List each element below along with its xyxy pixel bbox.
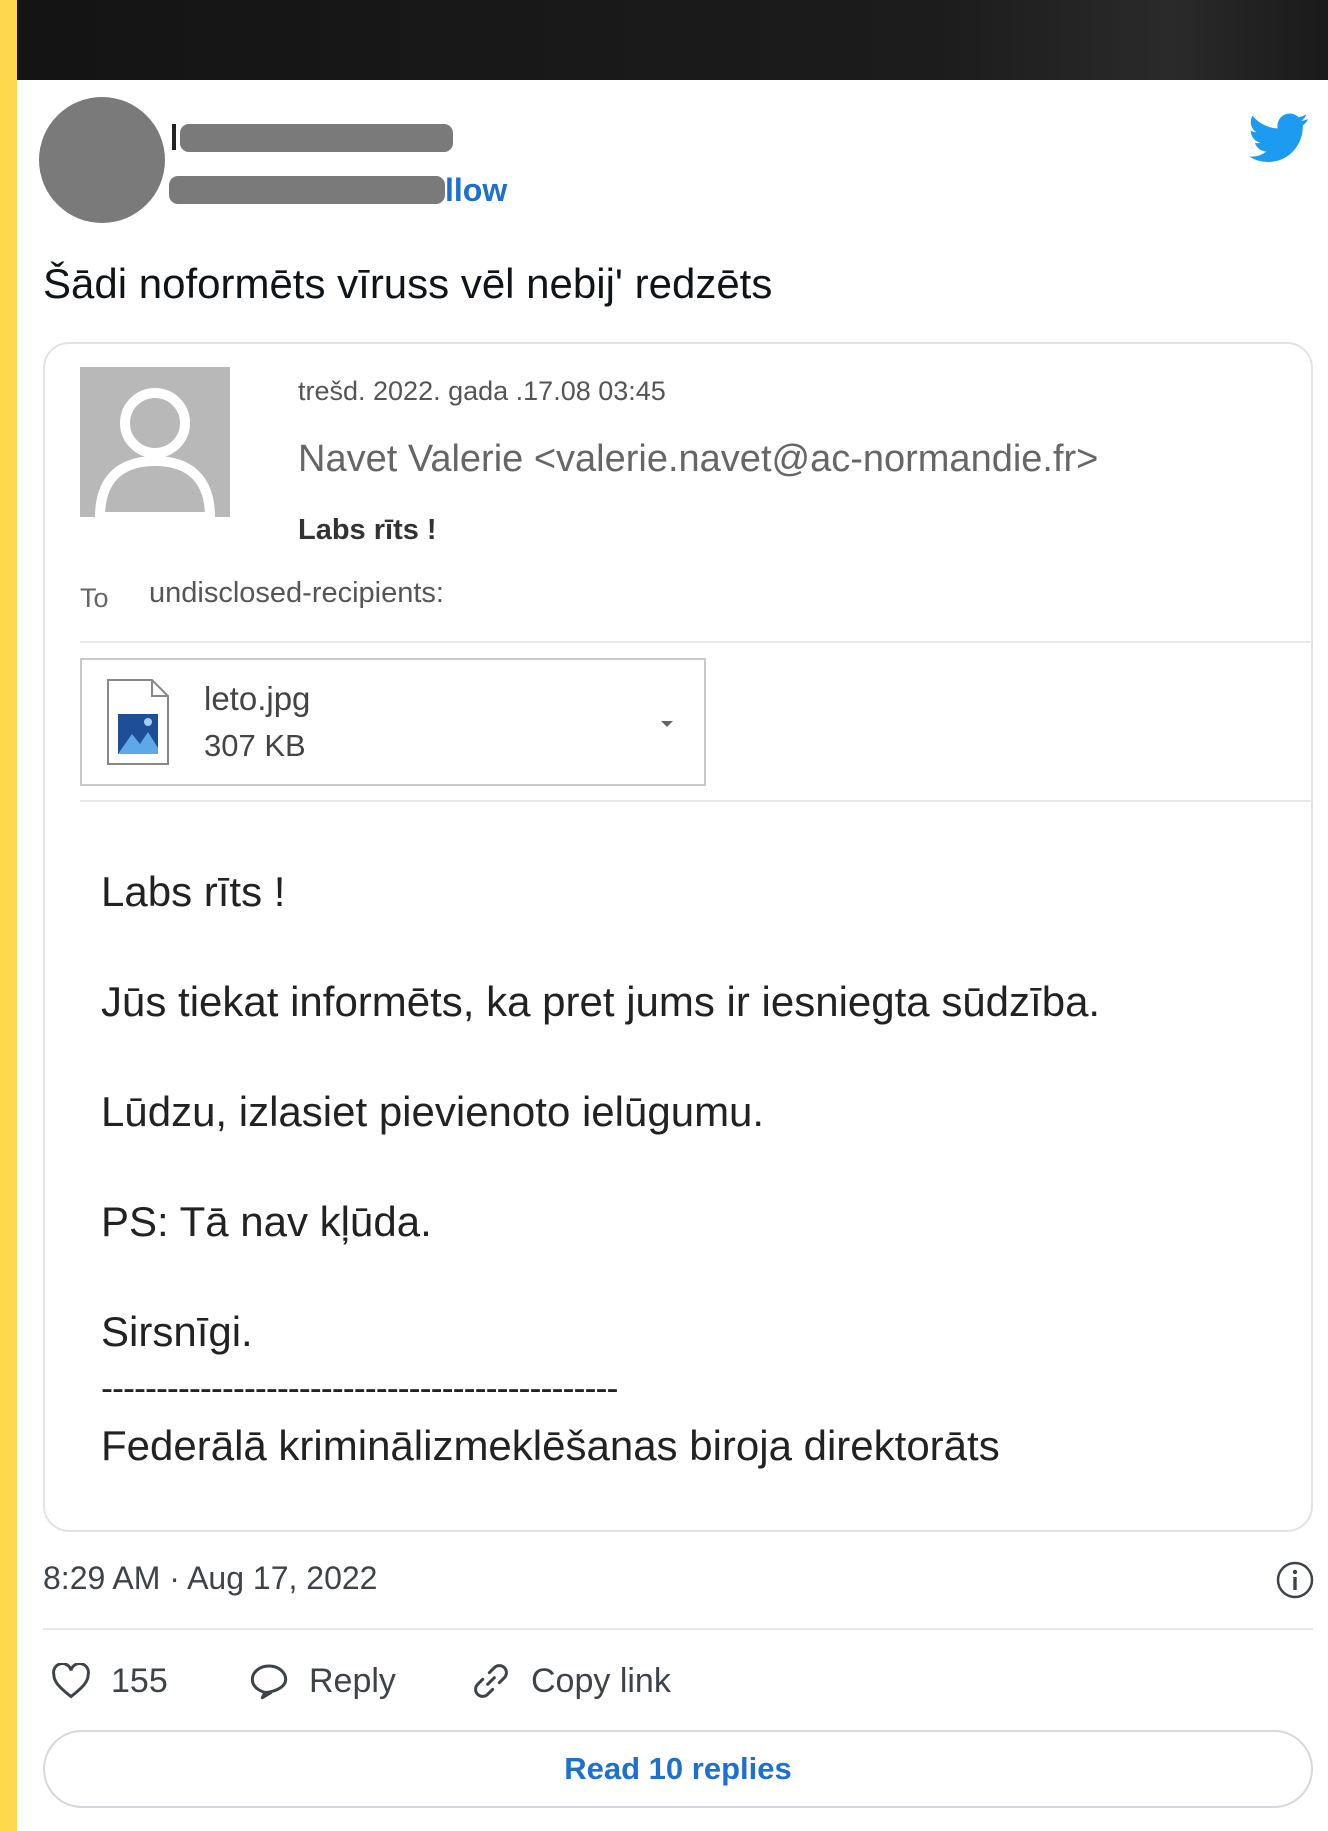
redacted-display-name <box>180 124 453 152</box>
tweet-text: Šādi noformēts vīruss vēl nebij' redzēts <box>43 260 773 307</box>
copy-link-label: Copy link <box>531 1661 671 1700</box>
image-file-icon <box>107 679 169 765</box>
read-replies-button[interactable]: Read 10 replies <box>43 1730 1313 1808</box>
attachment-size: 307 KB <box>204 728 306 763</box>
like-button[interactable]: 155 <box>51 1656 168 1706</box>
email-sender: Navet Valerie <valerie.navet@ac-normandi… <box>298 438 1099 480</box>
attachment-name: leto.jpg <box>204 680 311 717</box>
reply-button[interactable]: Reply <box>249 1656 396 1706</box>
email-body-line: Labs rīts ! <box>101 868 286 915</box>
name-initial-fragment <box>172 124 176 150</box>
reply-label: Reply <box>309 1661 396 1700</box>
default-avatar-icon <box>80 367 230 517</box>
redacted-handle <box>169 176 445 204</box>
email-signature: Federālā kriminālizmeklēšanas biroja dir… <box>101 1422 1000 1469</box>
link-icon <box>474 1664 508 1698</box>
attachment-card[interactable]: leto.jpg 307 KB <box>80 658 706 786</box>
copy-link-button[interactable]: Copy link <box>471 1656 671 1706</box>
email-body-line: Jūs tiekat informēts, ka pret jums ir ie… <box>101 978 1101 1025</box>
chevron-down-icon[interactable] <box>660 720 674 728</box>
email-body-line: Sirsnīgi. <box>101 1308 253 1355</box>
reply-bubble-icon <box>250 1664 288 1700</box>
tweet-timestamp[interactable]: 8:29 AM · Aug 17, 2022 <box>43 1556 377 1600</box>
email-body-separator: ----------------------------------------… <box>101 1367 618 1408</box>
tweet-embed: llow Šādi noformēts vīruss vēl nebij' re… <box>17 0 1328 1831</box>
top-bar <box>17 0 1328 80</box>
header-divider <box>80 641 1313 643</box>
to-label: To <box>80 583 109 613</box>
email-recipients: undisclosed-recipients: <box>149 577 444 609</box>
twitter-bird-icon[interactable] <box>1249 112 1309 164</box>
email-subject: Labs rīts ! <box>298 514 437 546</box>
email-body-line: Lūdzu, izlasiet pievienoto ielūgumu. <box>101 1088 765 1135</box>
actions-divider <box>43 1628 1313 1630</box>
heart-icon <box>52 1663 90 1699</box>
follow-link[interactable]: llow <box>445 170 507 210</box>
info-icon[interactable] <box>1275 1560 1315 1600</box>
like-count: 155 <box>111 1661 168 1700</box>
attachment-divider <box>80 800 1313 802</box>
email-screenshot-card[interactable]: trešd. 2022. gada .17.08 03:45 Navet Val… <box>43 342 1313 1532</box>
email-date: trešd. 2022. gada .17.08 03:45 <box>298 376 666 406</box>
email-body-line: PS: Tā nav kļūda. <box>101 1198 432 1245</box>
avatar[interactable] <box>39 97 165 223</box>
